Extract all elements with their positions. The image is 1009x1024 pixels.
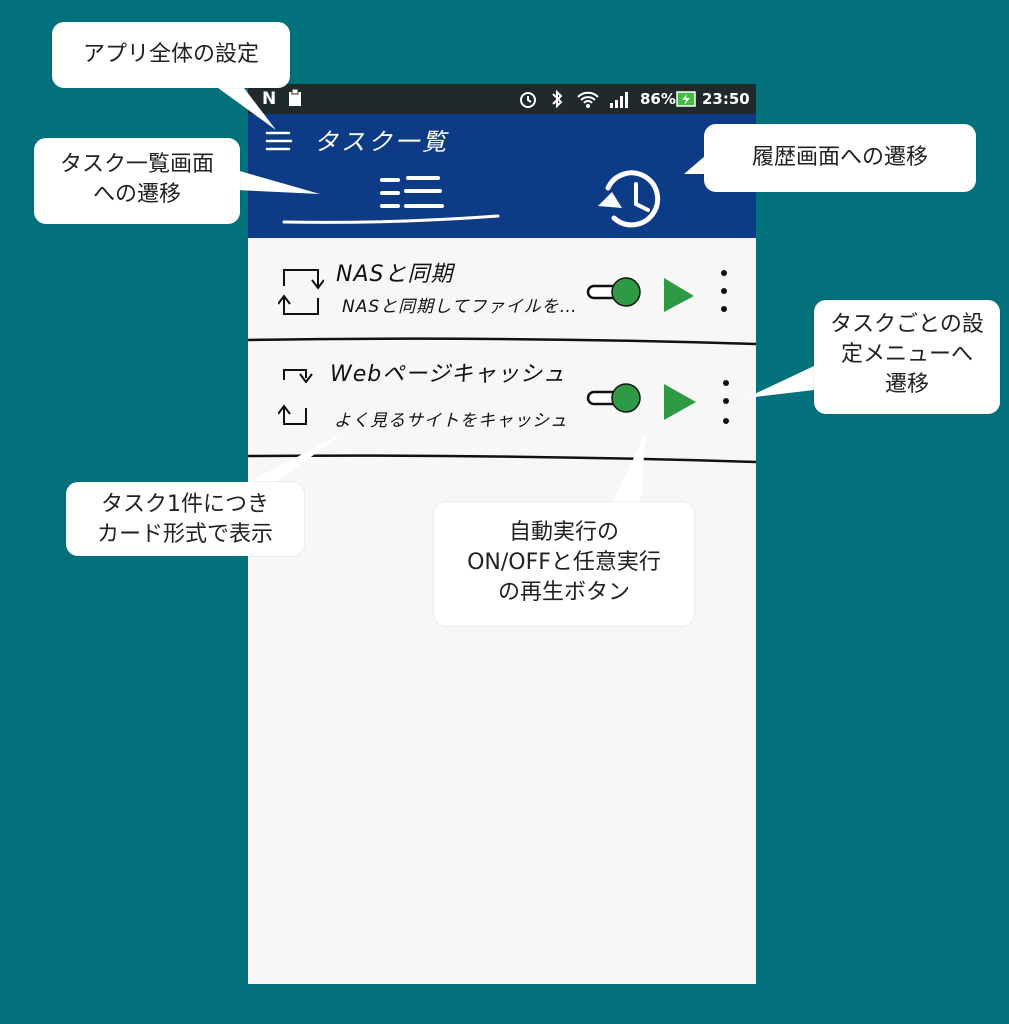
task-title: Webページキャッシュ — [330, 362, 566, 387]
callout-task-menu: タスクごとの設 定メニューへ 遷移 — [814, 300, 1000, 414]
callout-auto-run: 自動実行の ON/OFFと任意実行 の再生ボタン — [434, 502, 694, 626]
signal-icon — [608, 89, 630, 114]
callout-task-list-nav: タスク一覧画面 への遷移 — [34, 138, 240, 224]
app-title: タスク一覧 — [314, 128, 449, 156]
task-description: NASと同期してファイルを… — [342, 297, 578, 317]
callout-card-format: タスク1件につき カード形式で表示 — [66, 482, 304, 556]
callout-text: 履歴画面への遷移 — [751, 145, 928, 170]
callout-text: 遷移 — [884, 372, 929, 397]
history-icon[interactable] — [592, 166, 670, 232]
menu-icon[interactable] — [264, 128, 296, 154]
alarm-icon — [518, 89, 538, 114]
sync-icon — [278, 369, 313, 425]
clipboard-icon — [288, 88, 302, 112]
task-card[interactable]: NASと同期 NASと同期してファイルを… — [248, 238, 756, 338]
bluetooth-icon — [550, 89, 564, 114]
more-vert-icon[interactable] — [716, 376, 736, 436]
app-bar: タスク一覧 — [248, 114, 756, 238]
card-divider — [248, 337, 756, 346]
callout-text: ON/OFFと任意実行 — [467, 550, 661, 575]
callout-text: タスク一覧画面 — [59, 152, 214, 177]
task-title: NASと同期 — [336, 262, 454, 287]
callout-text: の再生ボタン — [497, 580, 630, 605]
task-card[interactable]: Webページキャッシュ よく見るサイトをキャッシュ — [248, 346, 756, 456]
battery-percent: 86% — [640, 90, 676, 108]
card-divider — [248, 454, 756, 464]
callout-text: への遷移 — [92, 182, 181, 207]
more-vert-icon[interactable] — [714, 266, 734, 326]
toggle-icon[interactable] — [582, 382, 644, 414]
list-icon — [380, 176, 444, 208]
callout-text: 定メニューへ — [840, 342, 973, 367]
battery-icon — [676, 89, 696, 114]
wifi-icon — [576, 89, 600, 114]
play-icon[interactable] — [660, 382, 698, 422]
sync-icon — [278, 269, 324, 315]
callout-text: タスク1件につき — [101, 492, 269, 517]
toggle-icon[interactable] — [582, 276, 644, 308]
callout-text: カード形式で表示 — [96, 522, 273, 547]
notification-n-icon: N — [262, 89, 277, 109]
callout-text: 自動実行の — [508, 520, 619, 545]
task-description: よく見るサイトをキャッシュ — [334, 411, 568, 431]
callout-app-settings: アプリ全体の設定 — [52, 22, 290, 88]
callout-history-nav: 履歴画面への遷移 — [704, 124, 976, 192]
clock: 23:50 — [702, 90, 750, 108]
callout-text: アプリ全体の設定 — [82, 42, 259, 67]
callout-text: タスクごとの設 — [830, 312, 984, 337]
tab-task-list[interactable] — [278, 164, 508, 230]
play-icon[interactable] — [660, 276, 696, 314]
status-bar: N 86% 23:50 — [248, 84, 756, 114]
